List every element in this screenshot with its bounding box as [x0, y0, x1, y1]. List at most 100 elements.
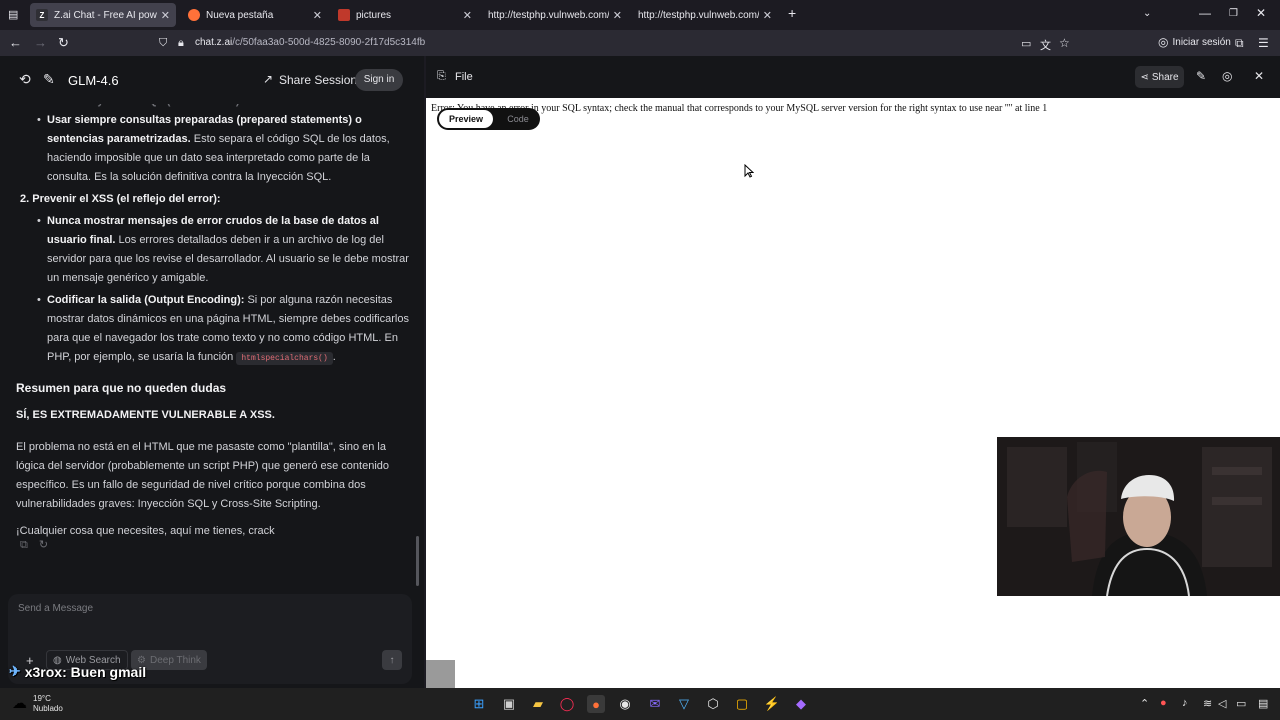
- lock-icon[interactable]: 🔒︎: [178, 37, 184, 50]
- history-icon[interactable]: ⟲: [19, 71, 31, 88]
- tab-overflow-chevron-icon[interactable]: ⌄: [1143, 8, 1151, 19]
- item-text: .: [332, 351, 336, 363]
- summary-paragraph: El problema no está en el HTML que me pa…: [16, 441, 389, 510]
- tab-code[interactable]: Code: [499, 110, 537, 128]
- weather-icon: ☁: [12, 695, 27, 712]
- opera-icon[interactable]: ◯: [558, 695, 576, 713]
- tab-title: Z.ai Chat - Free AI powered by G: [54, 9, 157, 21]
- share-button[interactable]: ⋖ Share: [1135, 66, 1184, 88]
- close-tab-icon[interactable]: ✕: [613, 9, 622, 22]
- list-item: Codificar la salida (Output Encoding): S…: [16, 291, 410, 368]
- wifi-icon[interactable]: ≋: [1203, 697, 1212, 710]
- close-tab-icon[interactable]: ✕: [161, 9, 170, 22]
- bolt-app-icon[interactable]: ⚡: [763, 695, 781, 713]
- close-tab-icon[interactable]: ✕: [463, 9, 472, 22]
- summary-bold: SÍ, ES EXTREMADAMENTE VULNERABLE A XSS.: [16, 409, 275, 421]
- screen-app-icon[interactable]: ▢: [733, 695, 751, 713]
- chat-panel: 1. Prevenir la Inyección SQL (la causa r…: [0, 56, 424, 688]
- copy-icon[interactable]: ⧉: [20, 539, 28, 551]
- html-preview[interactable]: [426, 98, 1280, 688]
- tray-chevron-icon[interactable]: ⌃: [1140, 697, 1149, 710]
- volume-icon[interactable]: ◁: [1218, 697, 1226, 710]
- tab-nueva-pestana[interactable]: Nueva pestaña ✕: [182, 3, 328, 27]
- url-bar[interactable]: chat.z.ai/c/50faa3a0-500d-4825-8090-2f17…: [195, 37, 425, 48]
- firefox-favicon-icon: [188, 9, 200, 21]
- back-arrow-icon[interactable]: ←: [9, 35, 22, 50]
- section-heading: 2. Prevenir el XSS (el reflejo del error…: [16, 190, 410, 209]
- weather-widget[interactable]: 19°C Nublado: [33, 694, 63, 714]
- pictures-favicon-icon: [338, 9, 350, 21]
- tab-list-icon[interactable]: ▤: [8, 8, 18, 21]
- obsidian-icon[interactable]: ◆: [792, 695, 810, 713]
- mail-icon[interactable]: ✉: [646, 695, 664, 713]
- tray-app-icon[interactable]: ●: [1160, 697, 1167, 709]
- tab-vulnweb-1[interactable]: http://testphp.vulnweb.com/listproc ✕: [482, 3, 628, 27]
- file-explorer-icon[interactable]: ▰: [529, 695, 547, 713]
- new-chat-icon[interactable]: ✎: [43, 71, 55, 88]
- close-tab-icon[interactable]: ✕: [763, 9, 772, 22]
- weather-condition: Nublado: [33, 704, 63, 713]
- regenerate-icon[interactable]: ↻: [39, 539, 48, 551]
- send-icon[interactable]: ↑: [382, 650, 402, 670]
- minimize-icon[interactable]: —: [1199, 6, 1211, 20]
- notifications-icon[interactable]: ▤: [1258, 697, 1268, 710]
- stream-chat-overlay: ✈ x3rox: Buen gmail: [9, 663, 146, 680]
- tab-pictures[interactable]: pictures ✕: [332, 3, 478, 27]
- tab-vulnweb-2[interactable]: http://testphp.vulnweb.com/listproc ✕: [632, 3, 778, 27]
- firefox-icon[interactable]: ●: [587, 695, 605, 713]
- translate-icon[interactable]: 文: [1040, 37, 1051, 53]
- vpn-icon[interactable]: ▽: [675, 695, 693, 713]
- section-number: 2.: [20, 193, 30, 205]
- firefox-signin-button[interactable]: ◎ Iniciar sesión: [1158, 35, 1231, 49]
- list-item: Usar siempre consultas preparadas (prepa…: [16, 111, 410, 187]
- message-input[interactable]: Send a Message: [18, 603, 93, 614]
- tab-preview[interactable]: Preview: [439, 110, 493, 128]
- windows-start-icon[interactable]: ⊞: [470, 695, 488, 713]
- edit-icon[interactable]: ✎: [1196, 69, 1206, 83]
- cube-app-icon[interactable]: ⬡: [704, 695, 722, 713]
- tab-zai-chat[interactable]: Z Z.ai Chat - Free AI powered by G ✕: [30, 3, 176, 27]
- list-item: Nunca mostrar mensajes de error crudos d…: [16, 212, 410, 288]
- tab-title: pictures: [356, 9, 392, 21]
- close-tab-icon[interactable]: ✕: [313, 9, 322, 22]
- microphone-icon[interactable]: ♪: [1182, 697, 1188, 709]
- summary-heading: Resumen para que no queden dudas: [16, 381, 227, 395]
- share-session-button[interactable]: Share Session: [279, 73, 357, 87]
- close-window-icon[interactable]: ✕: [1256, 6, 1266, 20]
- model-selector[interactable]: GLM-4.6: [68, 73, 119, 88]
- reader-view-icon[interactable]: ▭: [1021, 37, 1031, 50]
- overlay-message: x3rox: Buen gmail: [24, 663, 147, 680]
- webcam-feed: [997, 437, 1280, 596]
- url-path: /c/50faa3a0-500d-4825-8090-2f17d5c314fb: [232, 37, 426, 48]
- url-host: chat.z.ai: [195, 37, 233, 48]
- tab-title: http://testphp.vulnweb.com/listproc: [488, 9, 609, 21]
- compass-icon[interactable]: ◎: [1222, 69, 1232, 83]
- extensions-icon[interactable]: ⧉: [1235, 36, 1244, 51]
- reload-icon[interactable]: ↻: [58, 35, 69, 51]
- chat-message: 1. Prevenir la Inyección SQL (la causa r…: [16, 92, 410, 549]
- scroll-thumb[interactable]: [426, 660, 455, 688]
- chat-scrollbar[interactable]: [416, 536, 419, 586]
- closing-paragraph: ¡Cualquier cosa que necesites, aquí me t…: [16, 525, 275, 537]
- message-actions: ⧉ ↻: [20, 538, 48, 552]
- chrome-icon[interactable]: ◉: [616, 695, 634, 713]
- shield-icon[interactable]: ⛉: [159, 37, 167, 50]
- forward-arrow-icon[interactable]: →: [34, 35, 47, 50]
- restore-icon[interactable]: ❐: [1229, 8, 1238, 19]
- close-panel-icon[interactable]: ✕: [1254, 69, 1264, 83]
- inline-code: htmlspecialchars(): [236, 352, 333, 365]
- browser-nav-bar: ← → ↻ ⛉ 🔒︎ chat.z.ai/c/50faa3a0-500d-482…: [0, 30, 1280, 56]
- windows-taskbar: [0, 688, 1280, 720]
- sign-in-button[interactable]: Sign in: [355, 69, 403, 91]
- battery-icon[interactable]: ▭: [1236, 697, 1246, 710]
- temperature: 19°C: [33, 694, 51, 703]
- new-tab-icon[interactable]: +: [788, 5, 796, 21]
- firefox-signin-label: Iniciar sesión: [1172, 36, 1231, 48]
- item-bold: Codificar la salida (Output Encoding):: [47, 294, 245, 306]
- bookmark-star-icon[interactable]: ☆: [1059, 36, 1070, 50]
- task-view-icon[interactable]: ▣: [500, 695, 518, 713]
- menu-icon[interactable]: ☰: [1258, 36, 1269, 50]
- preview-code-toggle: Preview Code: [437, 108, 540, 130]
- file-icon: ⎘: [437, 70, 446, 82]
- share-label: Share: [1151, 71, 1179, 83]
